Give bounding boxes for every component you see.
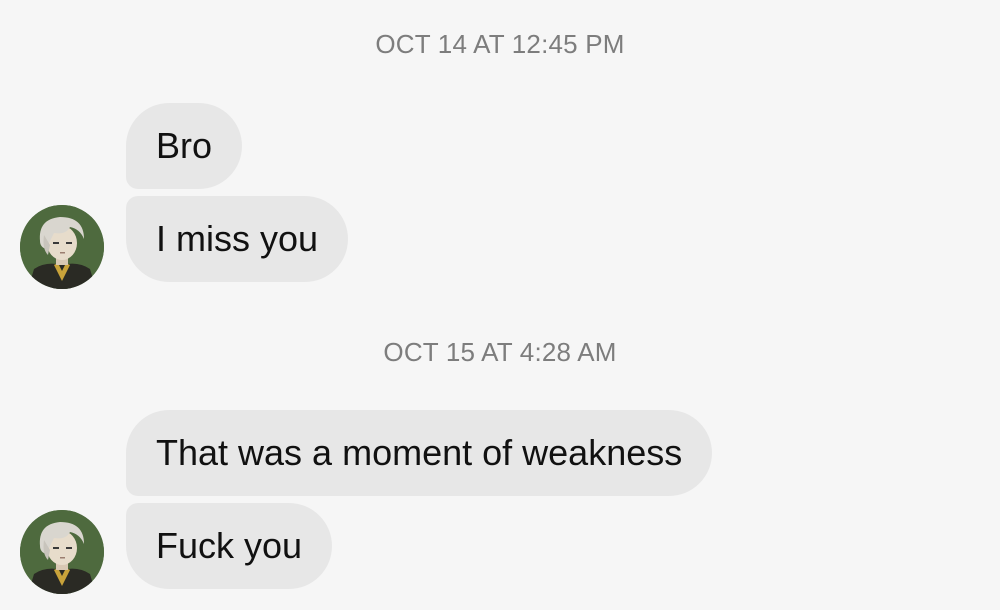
message-bubble[interactable]: That was a moment of weakness <box>126 410 713 496</box>
user-avatar-icon <box>20 510 104 594</box>
timestamp: OCT 14 AT 12:45 PM <box>375 29 625 59</box>
message-bubble[interactable]: Bro <box>126 103 243 189</box>
message-bubble[interactable]: Fuck you <box>126 503 333 589</box>
timestamp: OCT 15 AT 4:28 AM <box>383 337 617 367</box>
sender-avatar[interactable] <box>20 510 104 594</box>
user-avatar-icon <box>20 205 104 289</box>
sender-avatar[interactable] <box>20 205 104 289</box>
message-bubble[interactable]: I miss you <box>126 196 349 282</box>
